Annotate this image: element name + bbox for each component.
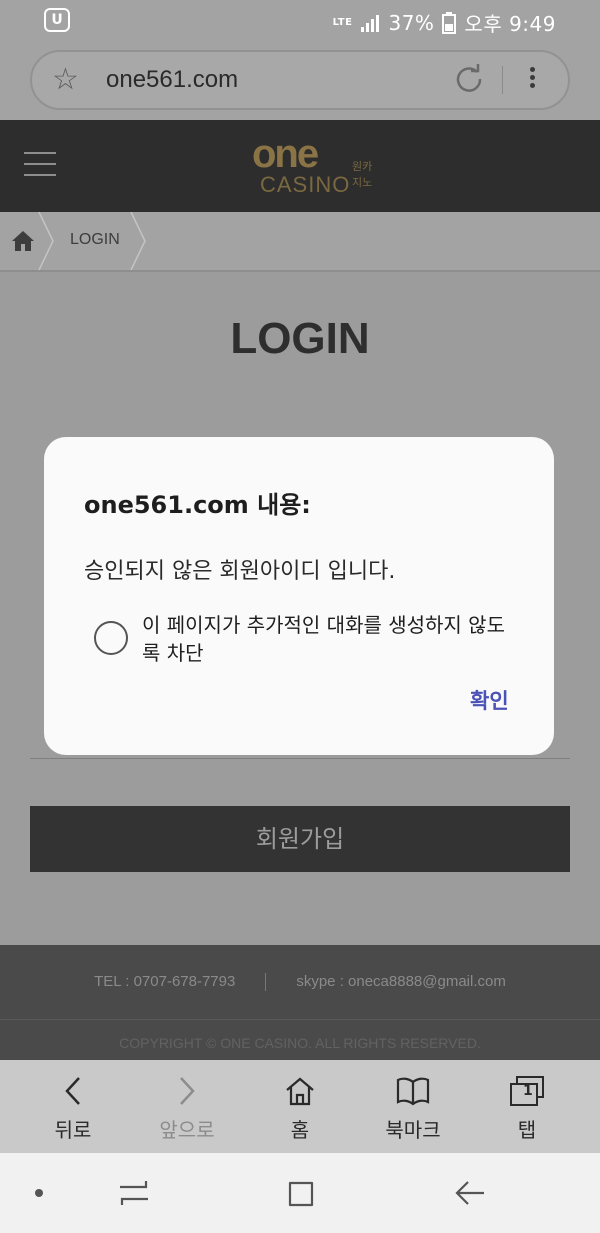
footer-tel: TEL : 0707-678-7793: [94, 973, 236, 990]
address-bar[interactable]: ☆ one561.com: [30, 50, 570, 110]
home-nav-icon[interactable]: [286, 1179, 316, 1209]
book-icon: [396, 1077, 430, 1106]
breadcrumb: LOGIN: [0, 212, 600, 272]
site-header: one 원카지노 CASINO: [0, 120, 600, 212]
divider: [30, 758, 570, 759]
dialog-title: one561.com 내용:: [84, 491, 311, 519]
battery-icon: [442, 11, 457, 34]
breadcrumb-separator-icon: [130, 212, 146, 270]
browser-address-area: ☆ one561.com: [0, 44, 600, 120]
recent-apps-icon[interactable]: [118, 1179, 150, 1207]
back-nav-icon[interactable]: [454, 1179, 486, 1207]
dialog-message: 승인되지 않은 회원아이디 입니다.: [84, 559, 396, 584]
site-logo[interactable]: one 원카지노 CASINO: [252, 132, 382, 202]
nav-dot-icon[interactable]: [35, 1189, 43, 1197]
url-text[interactable]: one561.com: [106, 66, 238, 94]
app-notification-icon: U: [44, 8, 70, 32]
bookmarks-label: 북마크: [385, 1118, 441, 1142]
browser-toolbar: 뒤로 앞으로 홈 북마크 1 탭: [0, 1060, 600, 1153]
site-footer: TEL : 0707-678-7793 skype : oneca8888@gma…: [0, 945, 600, 1060]
bookmarks-button[interactable]: 북마크: [368, 1072, 458, 1143]
home-label: 홈: [290, 1118, 310, 1142]
page-title: LOGIN: [230, 314, 370, 363]
battery-percent: 37%: [388, 10, 435, 35]
footer-divider: [0, 1019, 600, 1020]
forward-label: 앞으로: [159, 1118, 215, 1142]
block-dialogs-checkbox[interactable]: [94, 621, 128, 655]
home-icon[interactable]: [10, 229, 36, 253]
address-bar-divider: [502, 66, 503, 94]
signup-button[interactable]: 회원가입: [30, 806, 570, 872]
tab-count: 1: [523, 1083, 533, 1099]
bookmark-star-icon[interactable]: ☆: [52, 64, 79, 96]
footer-skype: skype : oneca8888@gmail.com: [296, 973, 506, 990]
logo-one-text: one: [252, 132, 319, 176]
back-label: 뒤로: [54, 1118, 92, 1142]
logo-casino-text: CASINO: [260, 172, 351, 197]
clock: 오후 9:49: [464, 12, 556, 36]
dialog-ok-button[interactable]: 확인: [470, 685, 509, 715]
status-indicators: LTE 37% 오후 9:49: [333, 8, 556, 37]
tabs-button[interactable]: 1 탭: [482, 1072, 572, 1143]
home-outline-icon: [286, 1077, 314, 1106]
chevron-left-icon: [65, 1077, 80, 1105]
system-navigation-bar: [0, 1153, 600, 1233]
status-bar: U LTE 37% 오후 9:49: [0, 0, 600, 44]
tabs-label: 탭: [517, 1118, 537, 1142]
breadcrumb-current[interactable]: LOGIN: [70, 231, 120, 249]
hamburger-menu-icon[interactable]: [24, 152, 56, 176]
footer-copyright: COPYRIGHT © ONE CASINO. ALL RIGHTS RESER…: [119, 1035, 481, 1051]
signal-icon: [361, 14, 380, 32]
chevron-right-icon: [180, 1077, 195, 1105]
logo-korean-text: 원카지노: [352, 160, 373, 189]
footer-contact: TEL : 0707-678-7793 skype : oneca8888@gma…: [0, 973, 600, 992]
forward-button[interactable]: 앞으로: [142, 1072, 232, 1143]
lte-icon: LTE: [332, 16, 353, 28]
home-button[interactable]: 홈: [255, 1072, 345, 1143]
more-menu-icon[interactable]: [528, 64, 536, 96]
breadcrumb-separator-icon: [38, 212, 54, 270]
back-button[interactable]: 뒤로: [28, 1072, 118, 1143]
reload-icon[interactable]: [454, 64, 484, 94]
block-dialogs-label[interactable]: 이 페이지가 추가적인 대화를 생성하지 않도록 차단: [142, 611, 512, 667]
alert-dialog: one561.com 내용: 승인되지 않은 회원아이디 입니다. 이 페이지가…: [44, 437, 554, 755]
footer-separator: [265, 973, 267, 992]
